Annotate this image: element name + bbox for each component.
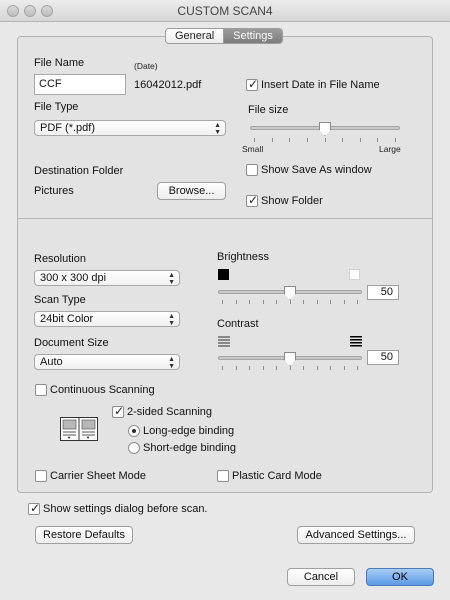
scan-type-select[interactable]: 24bit Color ▲ ▼ <box>34 311 180 327</box>
contrast-high-icon <box>350 336 362 347</box>
plastic-card-mode-label: Plastic Card Mode <box>232 470 322 482</box>
file-name-input[interactable]: CCF <box>34 74 126 95</box>
document-size-label: Document Size <box>34 337 109 349</box>
continuous-scanning-label: Continuous Scanning <box>50 384 155 396</box>
brightness-label: Brightness <box>217 251 269 263</box>
two-sided-scanning-label: 2-sided Scanning <box>127 406 213 418</box>
insert-date-label: Insert Date in File Name <box>261 79 380 91</box>
date-label: (Date) <box>134 61 158 71</box>
window-title: CUSTOM SCAN4 <box>177 4 273 18</box>
file-type-select[interactable]: PDF (*.pdf) ▲ ▼ <box>34 120 226 136</box>
select-arrows-icon: ▲ ▼ <box>168 272 175 286</box>
file-type-label: File Type <box>34 101 79 113</box>
resolution-label: Resolution <box>34 253 86 265</box>
duplex-pages-icon <box>60 417 98 441</box>
plastic-card-mode-checkbox[interactable] <box>217 470 229 482</box>
select-arrows-icon: ▲ ▼ <box>168 356 175 370</box>
brightness-ticks <box>222 300 358 304</box>
brightness-light-icon <box>349 269 360 280</box>
contrast-ticks <box>222 366 358 370</box>
show-save-as-checkbox[interactable] <box>246 164 258 176</box>
file-name-label: File Name <box>34 57 85 69</box>
file-size-label: File size <box>248 104 289 116</box>
file-size-small-label: Small <box>242 144 264 154</box>
brightness-dark-icon <box>218 269 229 280</box>
scan-type-label: Scan Type <box>34 294 86 306</box>
restore-defaults-button[interactable]: Restore Defaults <box>35 526 133 544</box>
resolution-select[interactable]: 300 x 300 dpi ▲ ▼ <box>34 270 180 286</box>
contrast-low-icon <box>218 336 230 347</box>
contrast-label: Contrast <box>217 318 259 330</box>
tab-settings[interactable]: Settings <box>223 29 282 43</box>
destination-folder-value: Pictures <box>34 185 74 197</box>
section-divider <box>18 218 432 219</box>
file-size-ticks <box>254 138 396 142</box>
select-arrows-icon: ▲ ▼ <box>214 122 221 136</box>
document-size-select[interactable]: Auto ▲ ▼ <box>34 354 180 370</box>
file-size-large-label: Large <box>379 144 401 154</box>
continuous-scanning-checkbox[interactable] <box>35 384 47 396</box>
show-folder-label: Show Folder <box>261 195 323 207</box>
date-filename-text: 16042012.pdf <box>134 79 202 91</box>
destination-folder-label: Destination Folder <box>34 165 124 177</box>
resolution-value: 300 x 300 dpi <box>40 272 107 284</box>
show-settings-dialog-label: Show settings dialog before scan. <box>43 503 208 515</box>
file-type-value: PDF (*.pdf) <box>40 122 96 134</box>
show-settings-dialog-checkbox[interactable] <box>28 501 40 515</box>
scan-type-value: 24bit Color <box>40 313 94 325</box>
advanced-settings-button[interactable]: Advanced Settings... <box>297 526 415 544</box>
show-folder-checkbox[interactable] <box>246 193 258 207</box>
short-edge-binding-label: Short-edge binding <box>143 442 236 454</box>
show-save-as-label: Show Save As window <box>261 164 372 176</box>
contrast-value-field[interactable]: 50 <box>367 350 399 365</box>
browse-button[interactable]: Browse... <box>157 182 226 200</box>
brightness-value-field[interactable]: 50 <box>367 285 399 300</box>
cancel-button[interactable]: Cancel <box>287 568 355 586</box>
carrier-sheet-mode-checkbox[interactable] <box>35 470 47 482</box>
tab-general[interactable]: General <box>166 29 224 43</box>
select-arrows-icon: ▲ ▼ <box>168 313 175 327</box>
tab-bar: General Settings <box>165 28 283 44</box>
long-edge-binding-label: Long-edge binding <box>143 425 235 437</box>
document-size-value: Auto <box>40 356 63 368</box>
ok-button[interactable]: OK <box>366 568 434 586</box>
long-edge-binding-radio[interactable] <box>128 425 140 437</box>
short-edge-binding-radio[interactable] <box>128 442 140 454</box>
carrier-sheet-mode-label: Carrier Sheet Mode <box>50 470 146 482</box>
insert-date-checkbox[interactable] <box>246 77 258 91</box>
two-sided-scanning-checkbox[interactable] <box>112 404 124 418</box>
